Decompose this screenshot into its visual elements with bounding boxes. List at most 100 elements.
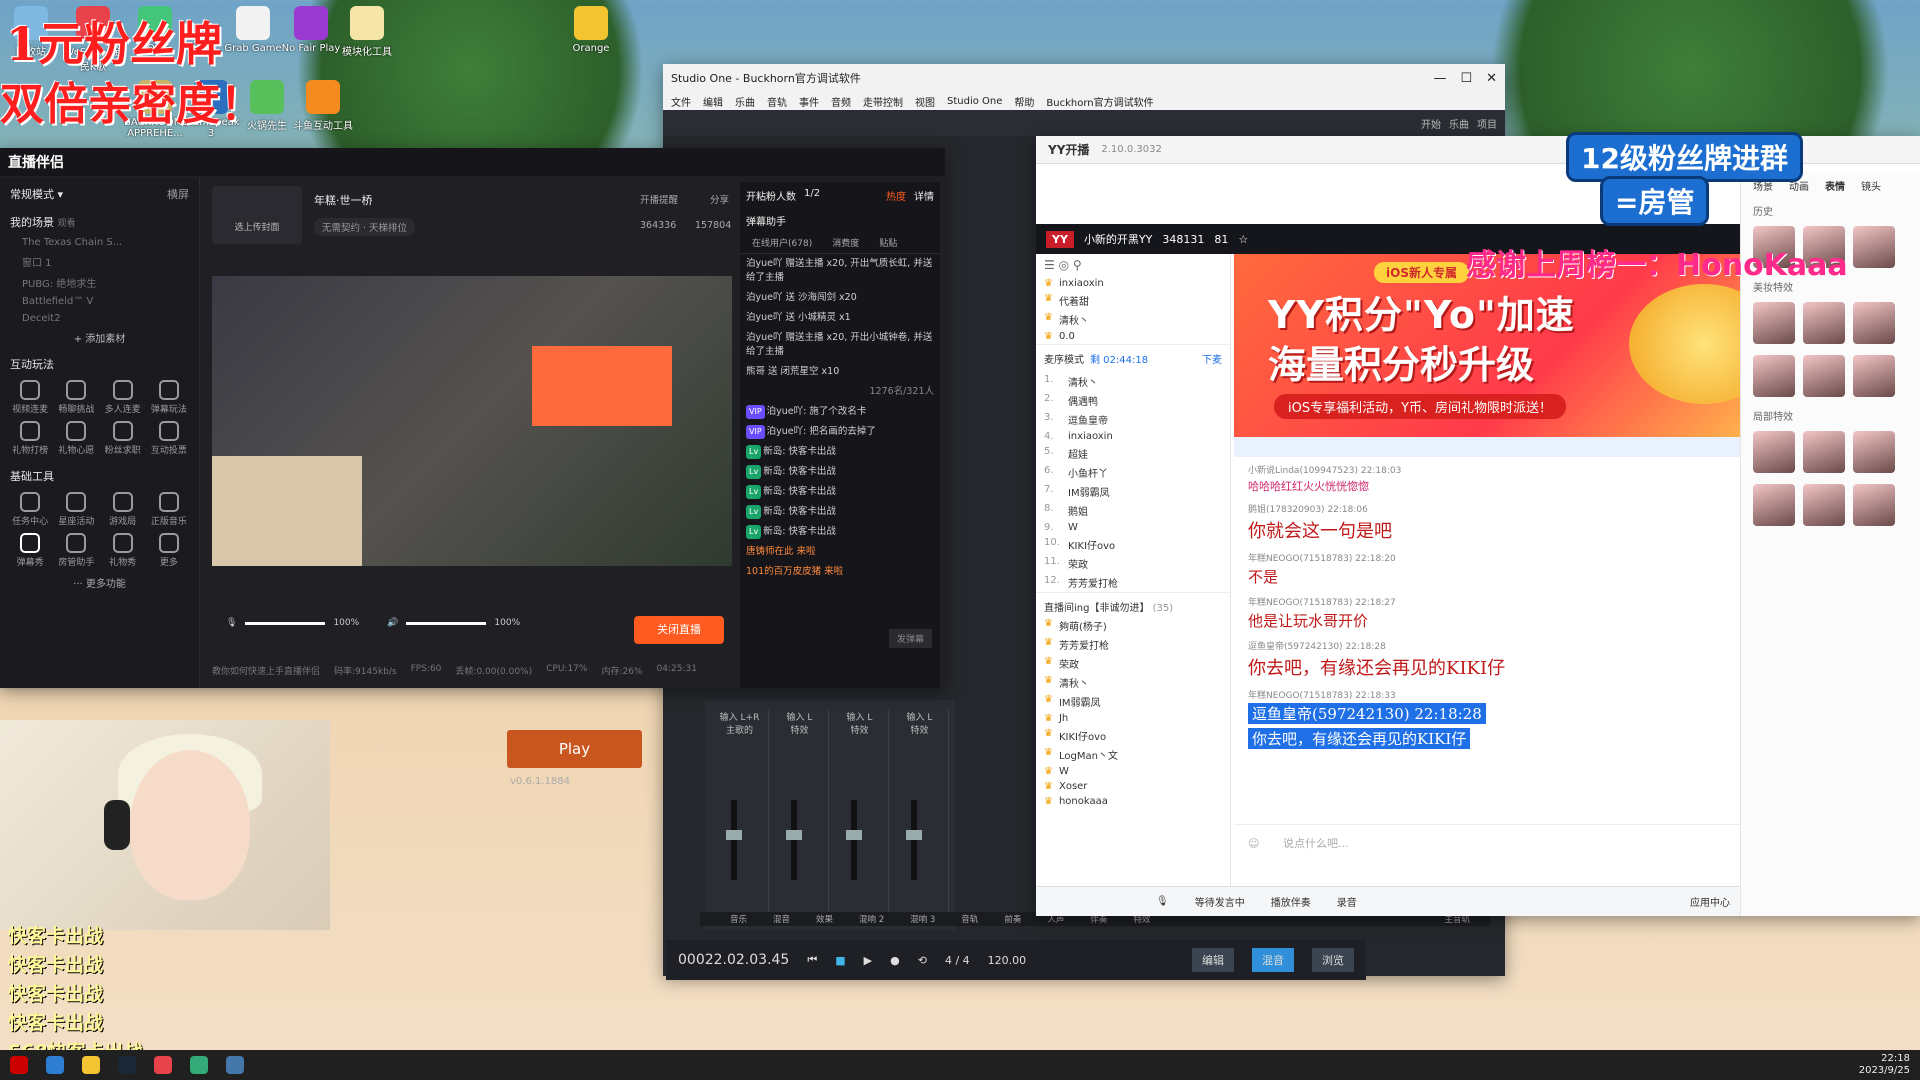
member-item[interactable]: ♛ 清秋丶 xyxy=(1036,673,1230,692)
mic-icon[interactable]: 🎙 xyxy=(226,618,237,628)
start-icon[interactable] xyxy=(10,1056,28,1074)
queue-item[interactable]: 5. 超娃 xyxy=(1036,444,1230,463)
chat-input[interactable]: ☺ 说点什么吧... xyxy=(1234,824,1819,864)
tab-camera[interactable]: 镜头 xyxy=(1861,178,1881,193)
queue-item[interactable]: 6. 小鱼杆丫 xyxy=(1036,463,1230,482)
steam-icon[interactable] xyxy=(118,1056,136,1074)
queue-item[interactable]: 11. 荣政 xyxy=(1036,554,1230,573)
sub-channel[interactable]: 直播间ing【非诚勿进】 (35) xyxy=(1036,592,1230,616)
tool-gift-wish[interactable]: 礼物心愿 xyxy=(56,421,96,456)
queue-item[interactable]: 3. 逗鱼皇帝 xyxy=(1036,410,1230,429)
host-item[interactable]: ♛ 清秋丶 xyxy=(1036,310,1230,329)
tool-vote[interactable]: 互动投票 xyxy=(149,421,189,456)
menu-buckhorn[interactable]: Buckhorn官方调试软件 xyxy=(1046,94,1153,109)
menu-view[interactable]: 视图 xyxy=(915,94,935,109)
maximize-icon[interactable]: ☐ xyxy=(1460,71,1472,86)
effect-thumb[interactable] xyxy=(1803,484,1845,526)
tool-gift-rank[interactable]: 礼物打榜 xyxy=(10,421,50,456)
member-item[interactable]: ♛ W xyxy=(1036,764,1230,779)
channel-fader[interactable] xyxy=(846,800,862,880)
effect-thumb[interactable] xyxy=(1853,355,1895,397)
tool-game[interactable]: 游戏局 xyxy=(103,492,143,527)
menu-file[interactable]: 文件 xyxy=(671,94,691,109)
queue-item[interactable]: 1. 清秋丶 xyxy=(1036,372,1230,391)
accompaniment-button[interactable]: 播放伴奏 xyxy=(1271,894,1311,909)
menu-edit[interactable]: 编辑 xyxy=(703,94,723,109)
desktop-icon-orange[interactable]: Orange xyxy=(560,6,622,54)
mixer-tab[interactable]: 混音 xyxy=(773,913,790,925)
channel-fader[interactable] xyxy=(726,800,742,880)
tab-start[interactable]: 开始 xyxy=(1421,116,1441,131)
tool-room-admin[interactable]: 房管助手 xyxy=(56,533,96,568)
detail-button[interactable]: 详情 xyxy=(914,188,934,203)
scene-item[interactable]: Battlefield™ V xyxy=(0,293,199,310)
app-icon[interactable] xyxy=(190,1056,208,1074)
upload-cover-button[interactable]: 选上传封面 xyxy=(212,186,302,244)
rewind-icon[interactable]: ⏮ xyxy=(807,953,817,967)
scene-item[interactable]: 窗口 1 xyxy=(0,251,199,272)
app-icon[interactable] xyxy=(154,1056,172,1074)
tool-video-link[interactable]: 视频连麦 xyxy=(10,380,50,415)
tab-consumption[interactable]: 消费度 xyxy=(832,236,859,249)
effect-thumb[interactable] xyxy=(1803,302,1845,344)
record-icon[interactable]: ● xyxy=(890,954,900,967)
queue-item[interactable]: 4. inxiaoxin xyxy=(1036,429,1230,444)
stream-preview[interactable] xyxy=(212,276,732,566)
scene-item[interactable]: The Texas Chain S... xyxy=(0,234,199,251)
member-item[interactable]: ♛ Jh xyxy=(1036,711,1230,726)
channel-fader[interactable] xyxy=(786,800,802,880)
tool-chat-challenge[interactable]: 畅聊挑战 xyxy=(56,380,96,415)
tab-song[interactable]: 乐曲 xyxy=(1449,116,1469,131)
tab-landscape[interactable]: 横屏 xyxy=(167,186,189,202)
play-button[interactable]: Play xyxy=(507,730,642,768)
member-item[interactable]: ♛ Xoser xyxy=(1036,779,1230,794)
desktop-icon-tool[interactable]: 模块化工具 xyxy=(336,6,398,58)
send-danmu-button[interactable]: 发弹幕 xyxy=(888,629,932,648)
effect-thumb[interactable] xyxy=(1853,484,1895,526)
app-center-button[interactable]: 应用中心 xyxy=(1690,894,1730,909)
mic-slider[interactable] xyxy=(245,621,326,625)
tool-danmu-show[interactable]: 弹幕秀 xyxy=(10,533,50,568)
more-features-link[interactable]: ··· 更多功能 xyxy=(0,572,199,593)
member-item[interactable]: ♛ LogMan丶文 xyxy=(1036,745,1230,764)
member-item[interactable]: ♛ honokaaa xyxy=(1036,794,1230,809)
queue-item[interactable]: 12. 芳芳爱打枪 xyxy=(1036,573,1230,592)
speak-status[interactable]: 等待发言中 xyxy=(1195,894,1245,909)
menu-event[interactable]: 事件 xyxy=(799,94,819,109)
effect-thumb[interactable] xyxy=(1753,302,1795,344)
share-button[interactable]: 分享 xyxy=(710,192,729,206)
effect-thumb[interactable] xyxy=(1803,431,1845,473)
play-icon[interactable]: ▶ xyxy=(864,954,872,967)
mixer-tab[interactable]: 效果 xyxy=(816,913,833,925)
member-item[interactable]: ♛ 芳芳爱打枪 xyxy=(1036,635,1230,654)
explorer-icon[interactable] xyxy=(82,1056,100,1074)
menu-track[interactable]: 音轨 xyxy=(767,94,787,109)
room-title[interactable]: 年糕·世一桥 xyxy=(314,192,373,208)
tool-music[interactable]: 正版音乐 xyxy=(149,492,189,527)
effect-thumb[interactable] xyxy=(1853,431,1895,473)
desktop-icon-grab-game[interactable]: Grab Game xyxy=(222,6,284,54)
tool-task-center[interactable]: 任务中心 xyxy=(10,492,50,527)
mic-icon[interactable]: 🎙 xyxy=(1156,896,1169,907)
menu-transport[interactable]: 走带控制 xyxy=(863,94,903,109)
host-item[interactable]: ♛ 0.0 xyxy=(1036,329,1230,344)
queue-item[interactable]: 9. W xyxy=(1036,520,1230,535)
scene-item[interactable]: PUBG: 绝地求生 xyxy=(0,272,199,293)
emoji-icon[interactable]: ☺ xyxy=(1248,837,1259,850)
effect-thumb[interactable] xyxy=(1753,431,1795,473)
mixer-tab[interactable]: 混响 3 xyxy=(910,913,935,925)
mode-selector[interactable]: 常规模式 ▾ 横屏 xyxy=(0,178,199,206)
tool-more[interactable]: 更多 xyxy=(149,533,189,568)
alerts-button[interactable]: 开播提醒 xyxy=(640,192,678,206)
scene-item[interactable]: Deceit2 xyxy=(0,310,199,327)
desktop-icon-douyu[interactable]: 斗鱼互动工具 xyxy=(292,80,354,132)
room-tags[interactable]: 无需契约 · 天梯排位 xyxy=(314,218,416,236)
member-item[interactable]: ♛ 夠萌(杨子) xyxy=(1036,616,1230,635)
tool-star-event[interactable]: 星座活动 xyxy=(56,492,96,527)
mixer-tab[interactable]: 音轨 xyxy=(961,913,978,925)
minimize-icon[interactable]: — xyxy=(1433,71,1446,86)
mixer-tab[interactable]: 音乐 xyxy=(730,913,747,925)
effect-thumb[interactable] xyxy=(1753,484,1795,526)
close-icon[interactable]: ✕ xyxy=(1486,71,1497,86)
tool-gift-show[interactable]: 礼物秀 xyxy=(103,533,143,568)
